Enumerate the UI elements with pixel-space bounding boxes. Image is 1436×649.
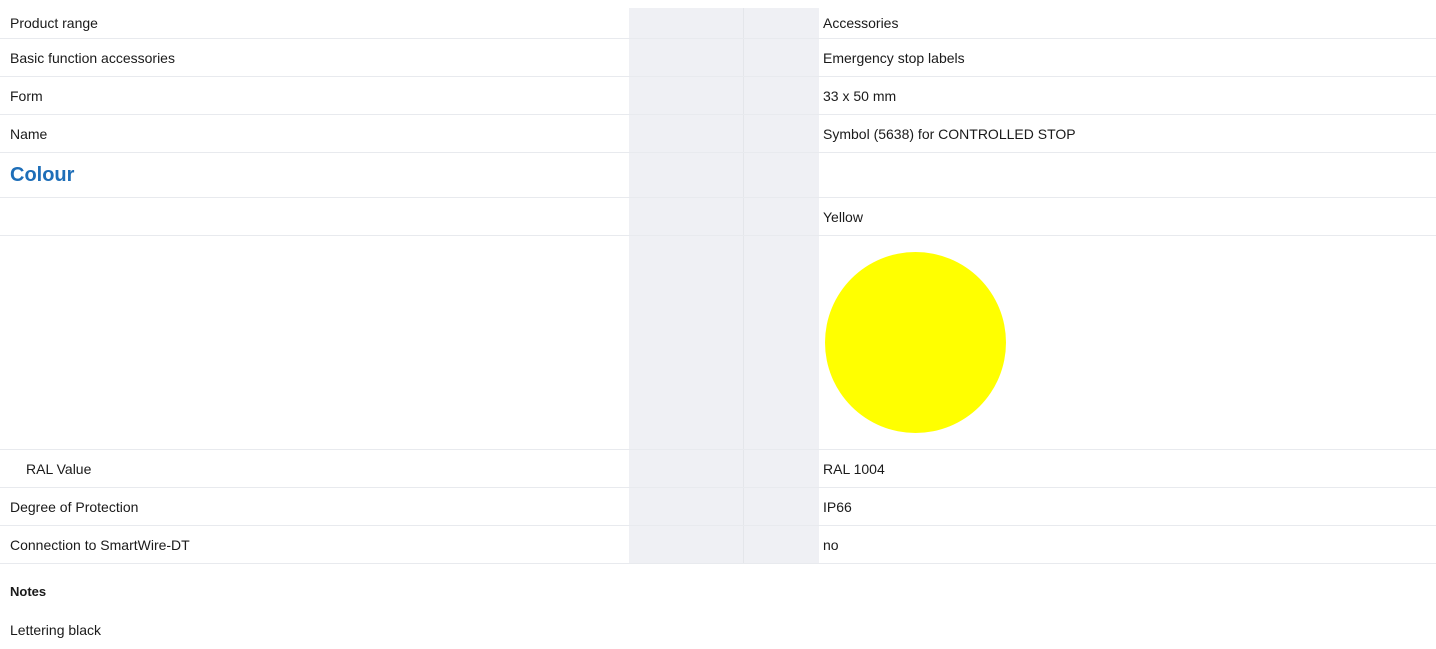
notes-block: Notes Lettering black	[10, 573, 810, 649]
row-value: Emergency stop labels	[823, 49, 965, 66]
shade-column-1	[629, 450, 743, 487]
shade-column-2	[743, 488, 819, 525]
shade-column-2	[743, 198, 819, 235]
row-label: Basic function accessories	[10, 49, 175, 66]
shade-column-2	[743, 77, 819, 114]
shade-column-2	[743, 450, 819, 487]
notes-title: Notes	[10, 584, 47, 599]
shade-column-2	[743, 153, 819, 197]
shade-column-1	[629, 39, 743, 76]
row-label: Connection to SmartWire-DT	[10, 536, 190, 553]
shade-column-1	[629, 77, 743, 114]
shade-column-1	[629, 236, 743, 449]
colour-section-header: Colour	[0, 153, 1436, 198]
row-value: 33 x 50 mm	[823, 87, 897, 104]
swatch-cell	[825, 236, 1006, 449]
row-value: Accessories	[823, 15, 899, 31]
colour-name-row: Yellow	[0, 198, 1436, 236]
notes-text: Lettering black	[10, 622, 102, 638]
spec-row: Form 33 x 50 mm	[0, 77, 1436, 115]
colour-swatch-row	[0, 236, 1436, 450]
row-value: RAL 1004	[823, 460, 885, 477]
shade-column-1	[629, 115, 743, 152]
row-label: RAL Value	[26, 460, 92, 477]
spec-row: Product range Accessories	[0, 8, 1436, 39]
row-label: Name	[10, 125, 48, 142]
row-label: Product range	[10, 15, 98, 31]
row-label: Degree of Protection	[10, 498, 139, 515]
shade-column-2	[743, 115, 819, 152]
row-value: no	[823, 536, 839, 553]
shade-column-1	[629, 488, 743, 525]
shade-column-1	[629, 198, 743, 235]
shade-column-1	[629, 526, 743, 563]
section-title: Colour	[10, 163, 75, 186]
spec-row: Connection to SmartWire-DT no	[0, 526, 1436, 564]
spec-row: Degree of Protection IP66	[0, 488, 1436, 526]
shade-column-1	[629, 8, 743, 38]
shade-column-2	[743, 8, 819, 38]
spec-row: Name Symbol (5638) for CONTROLLED STOP	[0, 115, 1436, 153]
row-value: Symbol (5638) for CONTROLLED STOP	[823, 125, 1076, 142]
shade-column-1	[629, 153, 743, 197]
ral-row: RAL Value RAL 1004	[0, 450, 1436, 488]
colour-name: Yellow	[823, 208, 863, 225]
colour-swatch	[825, 252, 1006, 433]
shade-column-2	[743, 526, 819, 563]
row-label: Form	[10, 87, 43, 104]
spec-table: Product range Accessories Basic function…	[0, 8, 1436, 564]
spec-row: Basic function accessories Emergency sto…	[0, 39, 1436, 77]
shade-column-2	[743, 236, 819, 449]
shade-column-2	[743, 39, 819, 76]
row-value: IP66	[823, 498, 852, 515]
